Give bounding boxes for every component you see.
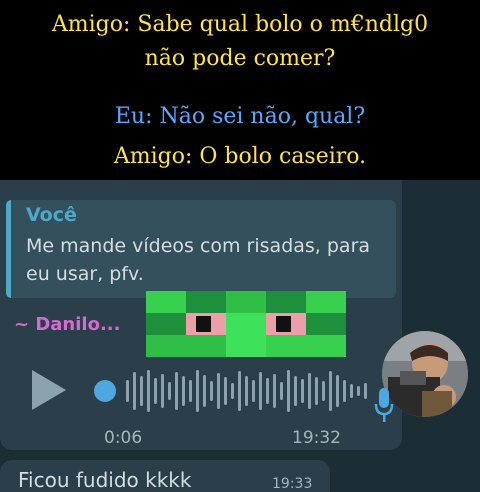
message-time: 19:33 — [272, 476, 313, 492]
caption-line-1: Amigo: Sabe qual bolo o m€ndlg0 — [51, 12, 429, 37]
meme-caption: Amigo: Sabe qual bolo o m€ndlg0 não pode… — [0, 0, 480, 180]
chat-screenshot: Você Me mande vídeos com risadas, para e… — [0, 180, 480, 492]
pixelated-censor — [146, 291, 346, 357]
reply-text: Me mande vídeos com risadas, para eu usa… — [26, 235, 371, 285]
play-icon[interactable] — [32, 370, 66, 410]
sender-name: ~ Danilo... — [14, 314, 121, 335]
playback-scrubber[interactable] — [94, 380, 116, 402]
quoted-reply[interactable]: Você Me mande vídeos com risadas, para e… — [6, 200, 396, 298]
message-bubble[interactable]: Ficou fudido kkkk 19:33 — [0, 460, 330, 492]
avatar[interactable] — [382, 331, 468, 417]
voice-message-bubble[interactable]: Você Me mande vídeos com risadas, para e… — [0, 180, 468, 450]
avatar-photo — [382, 331, 468, 417]
reply-author: Você — [26, 204, 77, 226]
caption-line-2: não pode comer? — [144, 46, 336, 71]
message-text: Ficou fudido kkkk — [18, 468, 192, 492]
caption-line-4: Amigo: O bolo caseiro. — [113, 144, 367, 169]
message-time: 19:32 — [292, 428, 341, 448]
audio-waveform[interactable] — [122, 366, 384, 416]
microphone-icon — [374, 388, 394, 422]
caption-line-3: Eu: Não sei não, qual? — [114, 104, 366, 129]
quote-bar — [6, 200, 11, 298]
voice-duration: 0:06 — [104, 428, 143, 448]
